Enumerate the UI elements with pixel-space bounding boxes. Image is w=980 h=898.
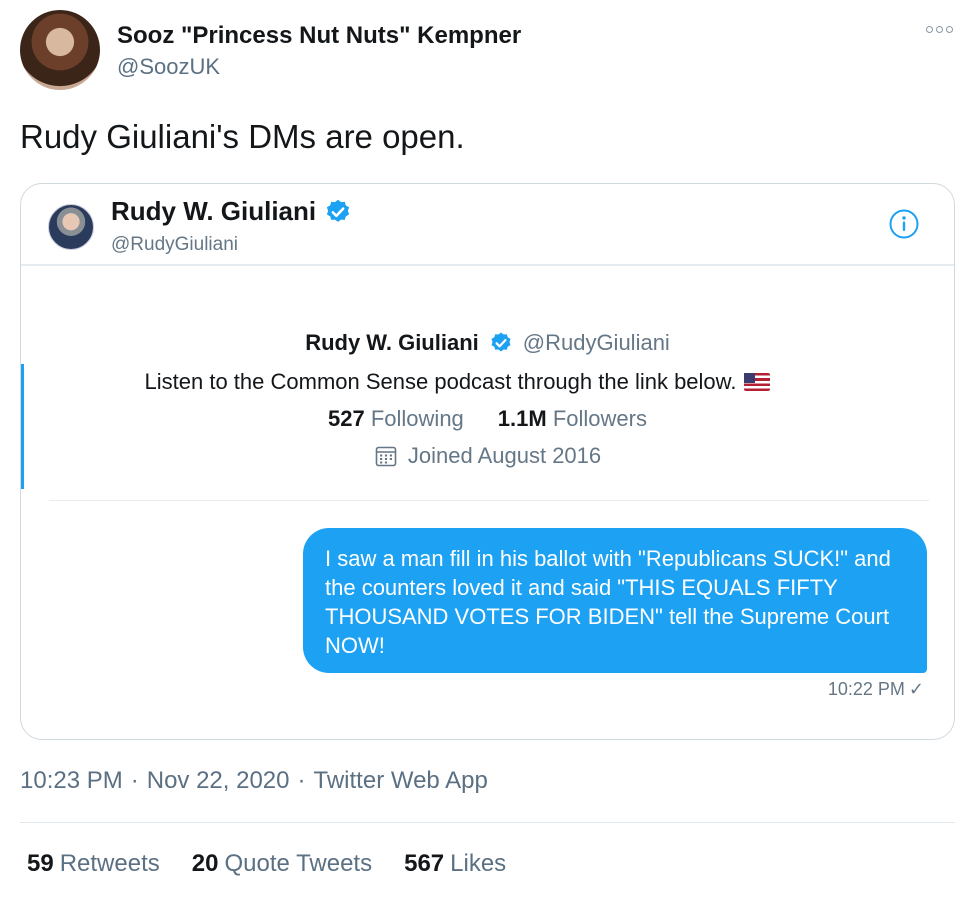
- likes-label: Likes: [450, 850, 507, 877]
- following-stat[interactable]: 527 Following: [328, 406, 464, 432]
- author-handle[interactable]: @SoozUK: [117, 54, 220, 80]
- profile-handle[interactable]: @RudyGiuliani: [523, 330, 670, 356]
- profile-bio: Listen to the Common Sense podcast throu…: [144, 369, 737, 394]
- dm-message-bubble[interactable]: I saw a man fill in his ballot with "Rep…: [303, 528, 927, 673]
- dm-recipient-name[interactable]: Rudy W. Giuliani: [111, 196, 316, 227]
- tweet-date[interactable]: Nov 22, 2020: [147, 767, 290, 794]
- stats-divider: [20, 822, 955, 823]
- check-icon: ✓: [908, 679, 924, 699]
- retweets-stat[interactable]: 59 Retweets: [27, 850, 160, 878]
- dm-recipient-avatar[interactable]: [48, 204, 94, 250]
- meta-separator: ·: [297, 767, 306, 794]
- embedded-dm-screenshot: Rudy W. Giuliani @RudyGiuliani Rudy W. G…: [20, 183, 955, 740]
- profile-stats-row: 527 Following 1.1M Followers: [21, 406, 954, 432]
- followers-label: Followers: [552, 406, 647, 431]
- dm-recipient-name-row: Rudy W. Giuliani: [111, 196, 352, 227]
- quote-tweets-count: 20: [191, 850, 219, 877]
- tweet-text: Rudy Giuliani's DMs are open.: [20, 118, 465, 155]
- retweets-count: 59: [27, 850, 54, 877]
- engagement-stats: 59 Retweets 20 Quote Tweets 567 Likes: [27, 850, 506, 878]
- author-avatar[interactable]: [20, 10, 100, 90]
- following-label: Following: [370, 406, 464, 431]
- profile-bio-row: Listen to the Common Sense podcast throu…: [21, 369, 924, 395]
- profile-joined-row: Joined August 2016: [21, 443, 954, 469]
- retweets-label: Retweets: [59, 850, 160, 877]
- us-flag-icon: [744, 373, 771, 391]
- dm-conversation-header: Rudy W. Giuliani @RudyGiuliani: [21, 184, 954, 266]
- tweet-author-row: Sooz "Princess Nut Nuts" Kempner @SoozUK: [20, 10, 960, 94]
- conversation-divider: [49, 500, 929, 501]
- dm-recipient-handle[interactable]: @RudyGiuliani: [111, 234, 238, 256]
- verified-icon: [491, 332, 511, 352]
- likes-stat[interactable]: 567 Likes: [404, 850, 506, 878]
- following-count: 527: [328, 406, 365, 431]
- followers-stat[interactable]: 1.1M Followers: [498, 406, 647, 432]
- calendar-icon: [375, 446, 397, 467]
- followers-count: 1.1M: [497, 406, 547, 431]
- dm-message-timestamp: 10:22 PM ✓: [828, 679, 924, 700]
- profile-name[interactable]: Rudy W. Giuliani: [305, 330, 479, 356]
- quote-tweets-label: Quote Tweets: [224, 850, 373, 877]
- quote-tweets-stat[interactable]: 20 Quote Tweets: [192, 850, 372, 878]
- tweet-time[interactable]: 10:23 PM: [20, 767, 123, 794]
- author-name[interactable]: Sooz "Princess Nut Nuts" Kempner: [117, 22, 521, 50]
- more-icon[interactable]: [926, 24, 954, 34]
- dm-message-time: 10:22 PM: [827, 679, 905, 699]
- verified-icon: [327, 199, 350, 222]
- tweet-source[interactable]: Twitter Web App: [314, 767, 488, 794]
- meta-separator: ·: [130, 767, 139, 794]
- tweet-metadata: 10:23 PM · Nov 22, 2020 · Twitter Web App: [20, 767, 488, 795]
- info-icon[interactable]: [888, 208, 920, 240]
- likes-count: 567: [404, 850, 445, 877]
- profile-name-row: Rudy W. Giuliani @RudyGiuliani: [21, 330, 954, 356]
- profile-joined: Joined August 2016: [407, 443, 602, 468]
